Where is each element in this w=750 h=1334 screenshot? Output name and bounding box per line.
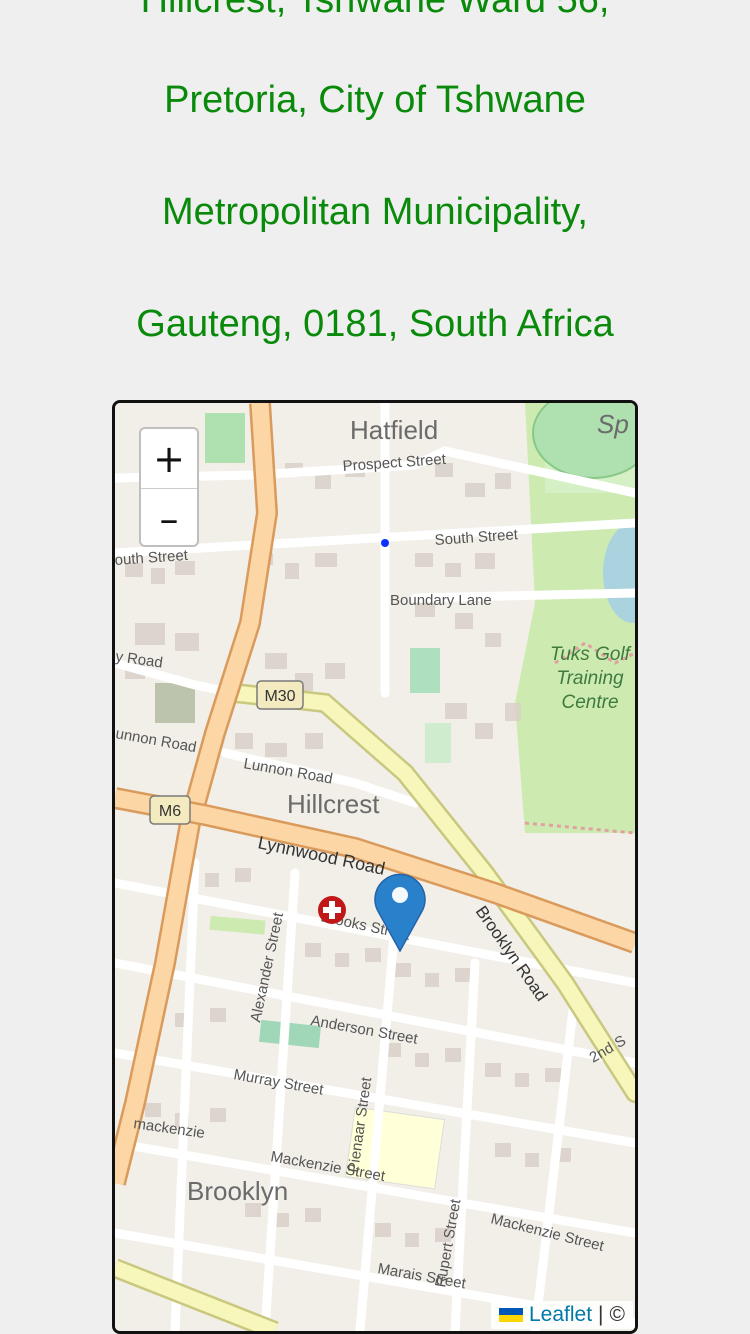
zoom-in-button[interactable]: + [141, 429, 197, 489]
m30-shield-label: M30 [264, 688, 295, 705]
place-hillcrest: Hillcrest [287, 789, 380, 819]
copyright-symbol: © [609, 1303, 625, 1326]
address-line-3: Metropolitan Municipality, [162, 191, 588, 233]
golf-label-3: Centre [561, 692, 618, 713]
hospital-cross-icon[interactable] [318, 896, 346, 924]
address-line-1: Hillcrest, Tshwane Ward 56, [140, 0, 610, 21]
ukraine-flag-icon [498, 1308, 523, 1322]
zoom-control: + – [139, 427, 199, 547]
m6-shield: M6 [149, 795, 191, 825]
m6-shield-label: M6 [159, 803, 181, 820]
golf-label-2: Training [556, 668, 624, 689]
attribution-separator: | [598, 1303, 604, 1326]
map-container[interactable]: M30 M6 Hatfield Hillcrest Brooklyn Sp Tu… [112, 400, 638, 1334]
golf-label-1: Tuks Golf [550, 644, 632, 665]
zoom-out-button[interactable]: – [141, 489, 197, 545]
place-brooklyn: Brooklyn [187, 1176, 288, 1206]
address-line-4: Gauteng, 0181, South Africa [136, 303, 614, 345]
leaflet-link[interactable]: Leaflet [529, 1303, 592, 1327]
map-attribution: Leaflet | © [490, 1301, 633, 1329]
street-boundary: Boundary Lane [390, 592, 492, 609]
m30-shield: M30 [256, 680, 304, 710]
place-hatfield: Hatfield [350, 415, 438, 445]
place-sports: Sp [597, 409, 629, 439]
address-line-2: Pretoria, City of Tshwane [164, 79, 586, 121]
